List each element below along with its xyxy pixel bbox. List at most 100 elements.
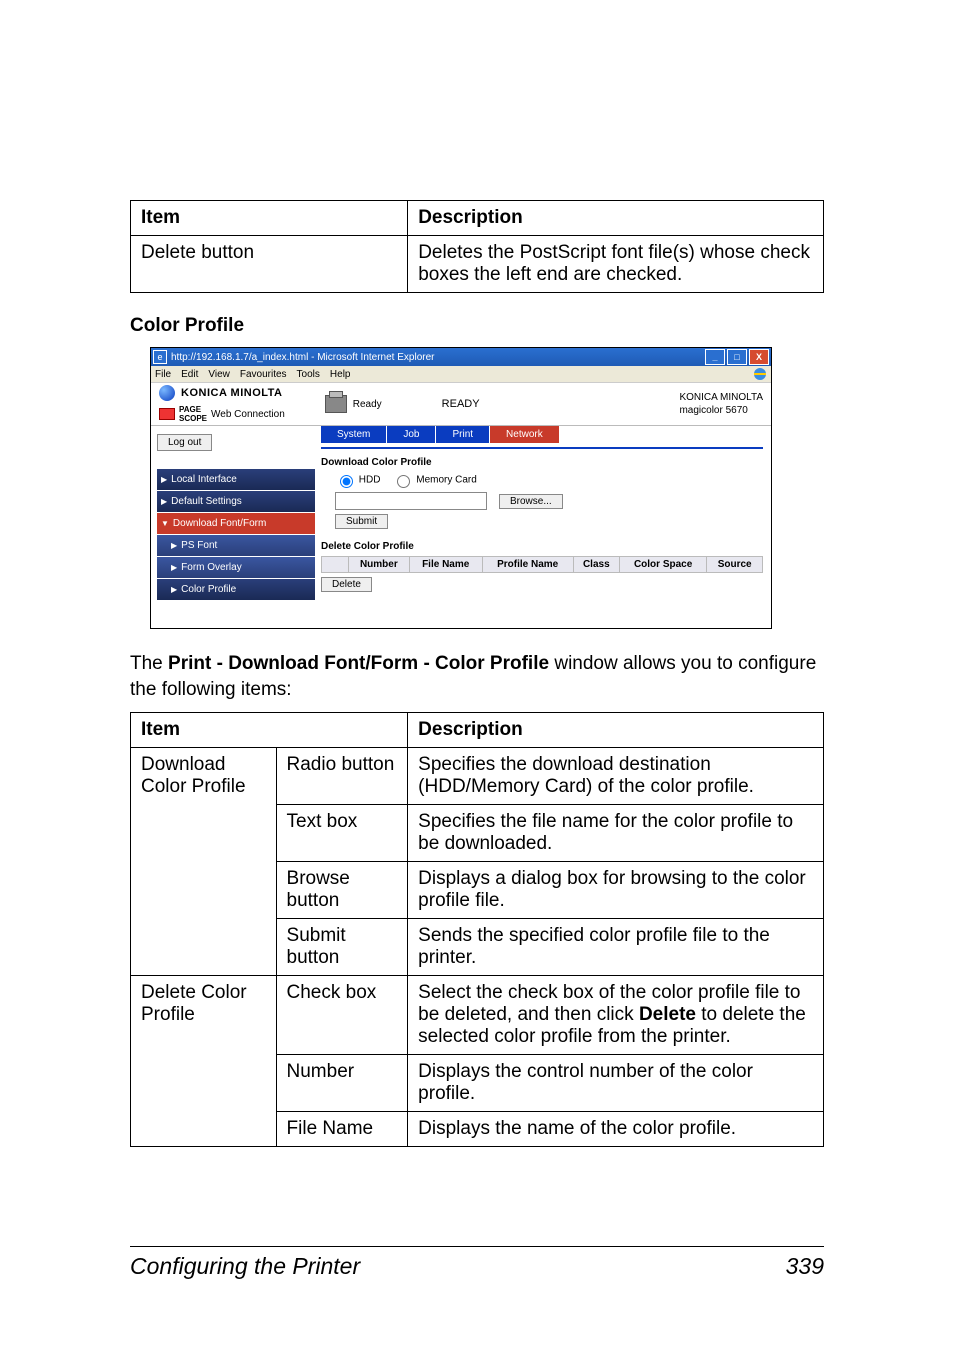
menu-file[interactable]: File bbox=[155, 369, 171, 380]
footer-title: Configuring the Printer bbox=[130, 1253, 360, 1280]
window-title: http://192.168.1.7/a_index.html - Micros… bbox=[171, 352, 434, 363]
main-panel: System Job Print Network Download Color … bbox=[321, 426, 771, 630]
col-number: Number bbox=[349, 557, 410, 573]
page-footer: Configuring the Printer 339 bbox=[130, 1246, 824, 1280]
pagescope-label: Web Connection bbox=[211, 409, 285, 420]
desc-cell: Displays the name of the color profile. bbox=[408, 1112, 824, 1147]
sidebar-item-label: Color Profile bbox=[181, 584, 236, 595]
globe-icon bbox=[159, 385, 175, 401]
menu-tools[interactable]: Tools bbox=[297, 369, 320, 380]
chevron-right-icon: ▶ bbox=[171, 585, 177, 594]
chevron-right-icon: ▶ bbox=[171, 563, 177, 572]
sidebar: Log out ▶ Local Interface ▶ Default Settin… bbox=[151, 426, 321, 630]
th-desc: Description bbox=[408, 713, 824, 748]
memory-card-radio-label: Memory Card bbox=[416, 475, 477, 486]
ie-logo-icon bbox=[753, 367, 767, 381]
header-brand: KONICA MINOLTA bbox=[679, 391, 763, 404]
menu-help[interactable]: Help bbox=[330, 369, 351, 380]
pagescope-icon bbox=[159, 408, 175, 420]
col-file-name: File Name bbox=[409, 557, 482, 573]
page-number: 339 bbox=[786, 1253, 824, 1280]
window-titlebar: e http://192.168.1.7/a_index.html - Micr… bbox=[151, 348, 771, 366]
sidebar-item-local-interface[interactable]: ▶ Local Interface bbox=[157, 469, 315, 490]
brand-name: KONICA MINOLTA bbox=[181, 387, 283, 399]
submit-button[interactable]: Submit bbox=[335, 514, 388, 529]
intro-pre: The bbox=[130, 653, 168, 674]
sidebar-item-label: Default Settings bbox=[171, 496, 242, 507]
ready-status: READY bbox=[442, 398, 480, 410]
section-heading: Color Profile bbox=[130, 315, 824, 337]
hdd-radio-label: HDD bbox=[359, 475, 381, 486]
sidebar-item-label: Local Interface bbox=[171, 474, 237, 485]
desc-cell: Specifies the file name for the color pr… bbox=[408, 805, 824, 862]
table-row: Delete Color Profile Check box Select th… bbox=[131, 976, 824, 1055]
browser-menubar: File Edit View Favourites Tools Help bbox=[151, 366, 771, 383]
sidebar-item-download-font-form[interactable]: ▼ Download Font/Form bbox=[157, 513, 315, 534]
sidebar-item-color-profile[interactable]: ▶ Color Profile bbox=[157, 579, 315, 600]
menu-view[interactable]: View bbox=[208, 369, 230, 380]
sidebar-item-label: Form Overlay bbox=[181, 562, 242, 573]
chevron-right-icon: ▶ bbox=[161, 497, 167, 506]
embedded-screenshot: e http://192.168.1.7/a_index.html - Micr… bbox=[150, 347, 772, 629]
intro-paragraph: The Print - Download Font/Form - Color P… bbox=[130, 651, 824, 702]
delete-button[interactable]: Delete bbox=[321, 577, 372, 592]
table-row: Delete button Deletes the PostScript fon… bbox=[131, 236, 824, 293]
item-cell: Delete button bbox=[131, 236, 408, 293]
control-cell: Browse button bbox=[276, 862, 408, 919]
minimize-button[interactable]: _ bbox=[705, 349, 725, 365]
desc-cell: Sends the specified color profile file t… bbox=[408, 919, 824, 976]
header-model: magicolor 5670 bbox=[679, 404, 763, 417]
sidebar-item-default-settings[interactable]: ▶ Default Settings bbox=[157, 491, 315, 512]
col-source: Source bbox=[707, 557, 763, 573]
control-cell: Radio button bbox=[276, 748, 408, 805]
ie-icon: e bbox=[153, 350, 167, 364]
desc-cell: Select the check box of the color profil… bbox=[408, 976, 824, 1055]
th-item: Item bbox=[131, 713, 408, 748]
tab-system[interactable]: System bbox=[321, 426, 386, 443]
close-button[interactable]: X bbox=[749, 349, 769, 365]
th-desc: Description bbox=[408, 201, 824, 236]
printer-icon bbox=[325, 395, 347, 413]
ready-icon-label: Ready bbox=[353, 399, 382, 410]
col-class: Class bbox=[573, 557, 619, 573]
sidebar-item-ps-font[interactable]: ▶ PS Font bbox=[157, 535, 315, 556]
tab-network[interactable]: Network bbox=[490, 426, 559, 443]
control-cell: Check box bbox=[276, 976, 408, 1055]
intro-bold: Print - Download Font/Form - Color Profi… bbox=[168, 653, 549, 674]
table-row: Download Color Profile Radio button Spec… bbox=[131, 748, 824, 805]
chevron-down-icon: ▼ bbox=[161, 519, 169, 528]
menu-edit[interactable]: Edit bbox=[181, 369, 198, 380]
app-header: KONICA MINOLTA PAGESCOPE Web Connection … bbox=[151, 383, 771, 426]
config-table: Item Description Download Color Profile … bbox=[130, 712, 824, 1147]
desc-cell: Specifies the download destination (HDD/… bbox=[408, 748, 824, 805]
delete-profile-table: Number File Name Profile Name Class Colo… bbox=[321, 556, 763, 573]
col-profile-name: Profile Name bbox=[482, 557, 573, 573]
memory-card-radio[interactable]: Memory Card bbox=[392, 472, 476, 488]
control-cell: Text box bbox=[276, 805, 408, 862]
sidebar-item-label: PS Font bbox=[181, 540, 217, 551]
desc-cell: Deletes the PostScript font file(s) whos… bbox=[408, 236, 824, 293]
tab-job[interactable]: Job bbox=[387, 426, 435, 443]
desc-cell: Displays the control number of the color… bbox=[408, 1055, 824, 1112]
sidebar-item-label: Download Font/Form bbox=[173, 518, 266, 529]
desc-cell: Displays a dialog box for browsing to th… bbox=[408, 862, 824, 919]
control-cell: Number bbox=[276, 1055, 408, 1112]
file-path-textbox[interactable] bbox=[335, 492, 487, 510]
browse-button[interactable]: Browse... bbox=[499, 494, 563, 509]
control-cell: Submit button bbox=[276, 919, 408, 976]
tab-print[interactable]: Print bbox=[436, 426, 489, 443]
logout-button[interactable]: Log out bbox=[157, 434, 212, 451]
download-color-profile-heading: Download Color Profile bbox=[321, 457, 763, 468]
th-item: Item bbox=[131, 201, 408, 236]
sidebar-item-form-overlay[interactable]: ▶ Form Overlay bbox=[157, 557, 315, 578]
delete-color-profile-heading: Delete Color Profile bbox=[321, 541, 763, 552]
col-color-space: Color Space bbox=[619, 557, 706, 573]
group-cell: Delete Color Profile bbox=[131, 976, 277, 1147]
top-table: Item Description Delete button Deletes t… bbox=[130, 200, 824, 293]
chevron-right-icon: ▶ bbox=[161, 475, 167, 484]
menu-favourites[interactable]: Favourites bbox=[240, 369, 287, 380]
hdd-radio[interactable]: HDD bbox=[335, 472, 380, 488]
maximize-button[interactable]: □ bbox=[727, 349, 747, 365]
chevron-right-icon: ▶ bbox=[171, 541, 177, 550]
group-cell: Download Color Profile bbox=[131, 748, 277, 976]
